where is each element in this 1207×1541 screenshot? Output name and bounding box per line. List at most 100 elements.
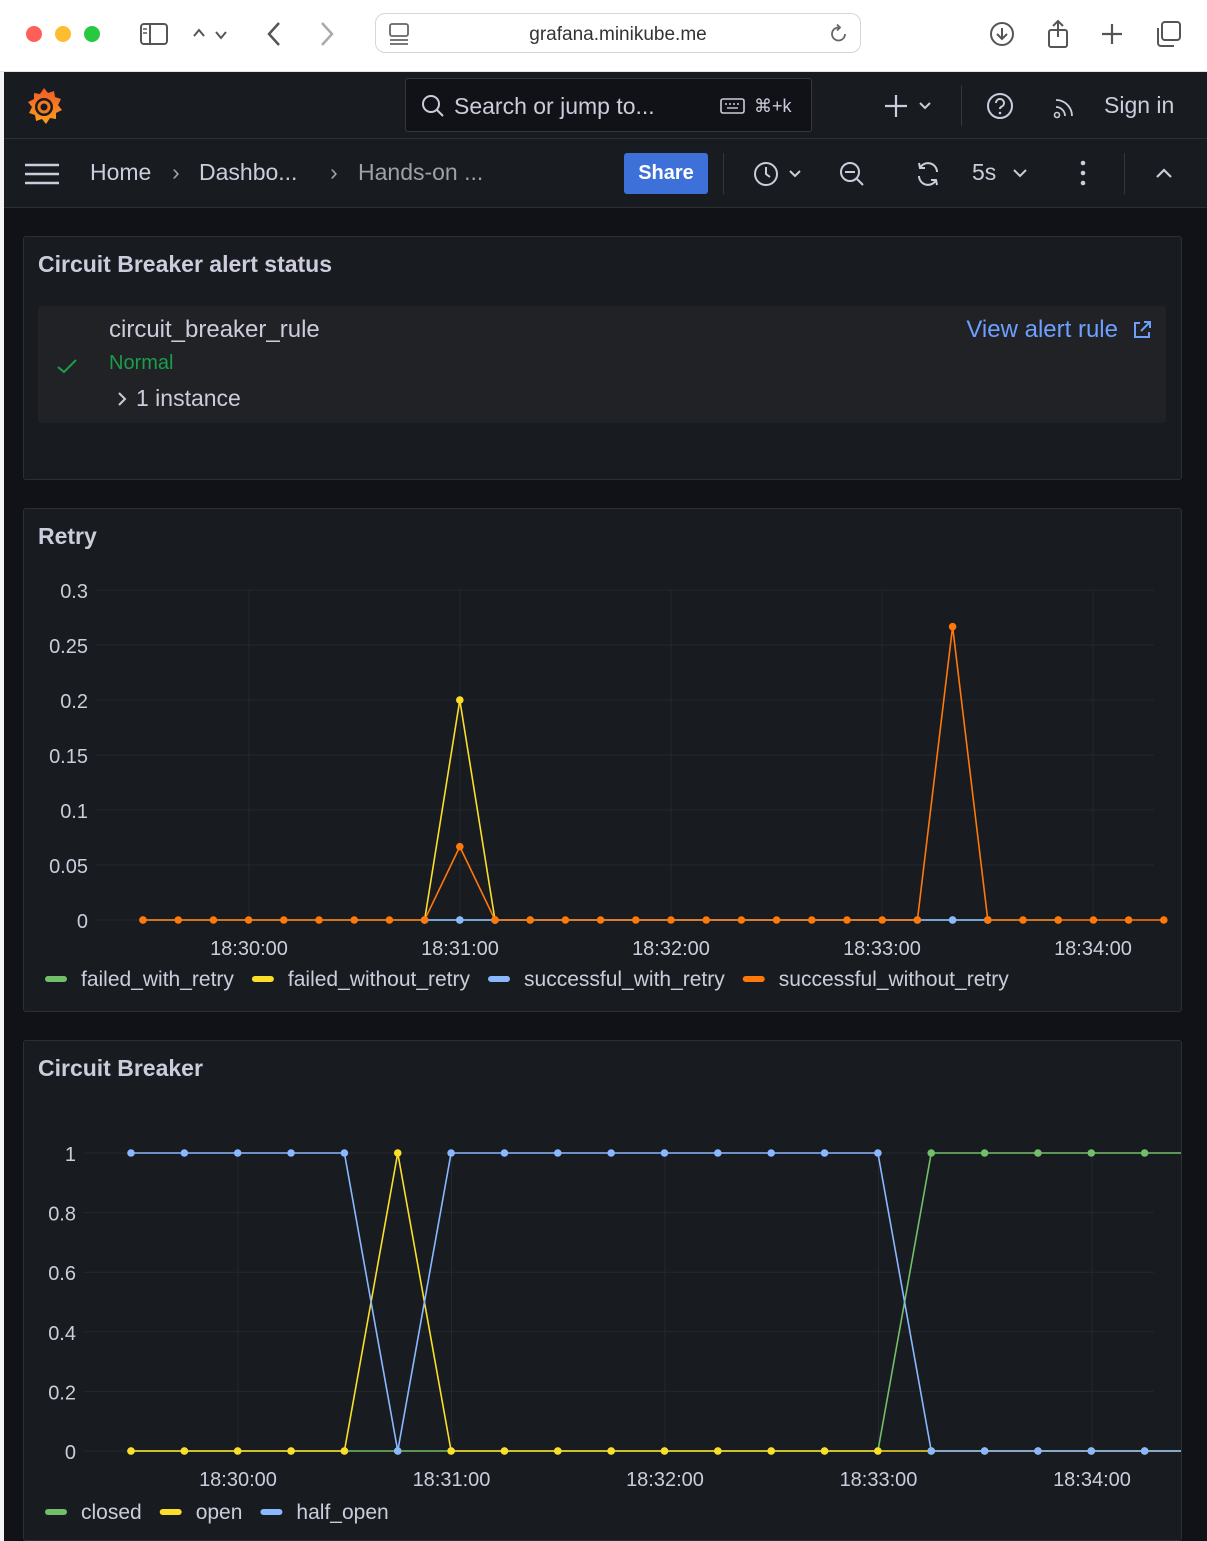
legend-swatch-failed_with_retry [45, 976, 67, 982]
x-tick-label: 18:31:00 [413, 1469, 491, 1491]
menu-icon[interactable] [24, 161, 60, 192]
grafana-top-bar: Search or jump to... ⌘+k Sign in [4, 72, 1207, 139]
y-tick-label: 0.25 [49, 636, 88, 658]
y-tick-label: 0.4 [48, 1323, 76, 1345]
data-point-open [607, 1447, 615, 1455]
chevron-right-icon: › [330, 159, 338, 185]
search-input[interactable]: Search or jump to... ⌘+k [405, 78, 812, 132]
data-point-successful_without_retry [1054, 916, 1062, 924]
tab-overview-chevrons-icon[interactable] [188, 18, 232, 50]
refresh-icon[interactable] [914, 160, 942, 193]
data-point-open [660, 1447, 669, 1455]
rss-news-icon[interactable] [1052, 94, 1078, 125]
data-point-open [820, 1447, 829, 1455]
legend-label-closed: closed [81, 1501, 142, 1524]
data-point-open [393, 1149, 402, 1157]
data-point-successful_without_retry [456, 842, 464, 851]
expand-chevron-icon[interactable] [116, 390, 128, 413]
chevron-down-icon[interactable] [1012, 166, 1028, 184]
share-button[interactable]: Share [624, 153, 708, 194]
grafana-logo-icon[interactable] [22, 84, 66, 133]
data-point-half_open [233, 1149, 242, 1157]
checkmark-icon [55, 356, 79, 381]
data-point-half_open [127, 1149, 135, 1157]
data-point-successful_without_retry [737, 916, 746, 924]
data-point-open [287, 1447, 295, 1455]
url-text: grafana.minikube.me [529, 24, 707, 45]
data-point-open [233, 1447, 242, 1455]
data-point-successful_without_retry [244, 916, 253, 924]
data-point-half_open [180, 1149, 189, 1157]
legend-label-failed_without_retry: failed_without_retry [288, 968, 471, 991]
data-point-successful_without_retry [385, 916, 394, 924]
search-shortcut: ⌘+k [754, 96, 792, 116]
data-point-half_open [393, 1447, 402, 1455]
sidebar-toggle-icon[interactable] [136, 18, 172, 50]
retry-chart-panel: Retry 0 0.05 0.1 0.15 0.2 0.25 0.3 18:30:00 18:3… [23, 508, 1182, 1012]
forward-arrow-icon[interactable] [315, 18, 339, 50]
retry-chart: 0 0.05 0.1 0.15 0.2 0.25 0.3 18:30:00 18:31:00 18… [45, 581, 1168, 991]
data-point-successful_without_retry [667, 916, 675, 924]
x-tick-label: 18:30:00 [199, 1469, 277, 1491]
circuit-breaker-chart-panel: Circuit Breaker 0 0.2 0.4 0.6 0.8 1 18:30:00 18… [23, 1040, 1182, 1541]
search-placeholder: Search or jump to... [454, 93, 655, 119]
data-point-closed [1140, 1149, 1149, 1157]
data-point-successful_without_retry [526, 916, 534, 924]
minimize-window-button[interactable] [55, 26, 71, 42]
data-point-half_open [714, 1149, 722, 1157]
legend-label-successful_with_retry: successful_with_retry [524, 968, 725, 991]
share-page-icon[interactable] [1042, 18, 1074, 50]
new-tab-icon[interactable] [1096, 18, 1128, 50]
breadcrumb-home[interactable]: Home [90, 159, 151, 186]
panel-title: Circuit Breaker alert status [38, 251, 333, 277]
data-point-half_open [1140, 1447, 1149, 1455]
legend-label-half_open: half_open [296, 1501, 388, 1524]
alert-instances-toggle[interactable]: 1 instance [136, 385, 241, 412]
x-tick-label: 18:30:00 [210, 938, 288, 960]
y-tick-label: 0.05 [49, 856, 88, 878]
data-point-half_open [767, 1149, 775, 1157]
downloads-icon[interactable] [986, 18, 1018, 50]
legend-swatch-failed_without_retry [251, 976, 274, 982]
data-point-successful_without_retry [596, 916, 605, 924]
series-line-half_open [131, 1152, 1181, 1452]
refresh-interval-picker[interactable]: 5s [972, 159, 996, 186]
data-point-open [874, 1447, 882, 1455]
data-point-successful_without_retry [808, 916, 816, 924]
external-link-icon[interactable] [1131, 319, 1153, 346]
tab-overview-icon[interactable] [1150, 18, 1186, 50]
help-icon[interactable] [986, 92, 1014, 125]
sign-in-link[interactable]: Sign in [1104, 92, 1174, 119]
address-bar[interactable]: grafana.minikube.me [375, 13, 861, 53]
zoom-window-button[interactable] [84, 26, 100, 42]
data-point-successful_without_retry [632, 916, 640, 924]
time-picker-clock-icon[interactable] [752, 160, 808, 193]
view-alert-rule-link[interactable]: View alert rule [966, 316, 1118, 344]
data-point-successful_without_retry [984, 916, 992, 924]
data-point-successful_without_retry [561, 916, 570, 924]
dashboard-toolbar: Home › Dashbo... › Hands-on ... Share 5s [4, 139, 1207, 208]
data-point-open [340, 1447, 349, 1455]
y-tick-label: 0 [65, 1442, 76, 1464]
chevron-up-icon[interactable] [1154, 166, 1174, 185]
browser-toolbar: grafana.minikube.me [0, 0, 1207, 72]
data-point-closed [1034, 1149, 1042, 1157]
close-window-button[interactable] [26, 26, 42, 42]
back-arrow-icon[interactable] [262, 18, 286, 50]
data-point-closed [1087, 1149, 1096, 1157]
y-tick-label: 0.6 [48, 1263, 76, 1285]
add-new-icon[interactable] [884, 92, 934, 125]
breadcrumb-dashboards[interactable]: Dashbo... [199, 159, 297, 186]
data-point-half_open [980, 1447, 989, 1455]
y-tick-label: 0.15 [49, 746, 88, 768]
data-point-half_open [554, 1149, 562, 1157]
reload-icon[interactable] [828, 23, 850, 50]
y-tick-label: 1 [65, 1144, 76, 1166]
x-tick-label: 18:32:00 [632, 938, 710, 960]
data-point-successful_without_retry [702, 916, 710, 924]
more-options-icon[interactable] [1078, 159, 1088, 192]
data-point-failed_without_retry [456, 696, 464, 704]
alert-rule-item: circuit_breaker_rule Normal 1 instance V… [38, 306, 1166, 423]
dashboard-canvas: Circuit Breaker alert status circuit_bre… [4, 208, 1207, 1541]
zoom-out-icon[interactable] [838, 160, 866, 193]
